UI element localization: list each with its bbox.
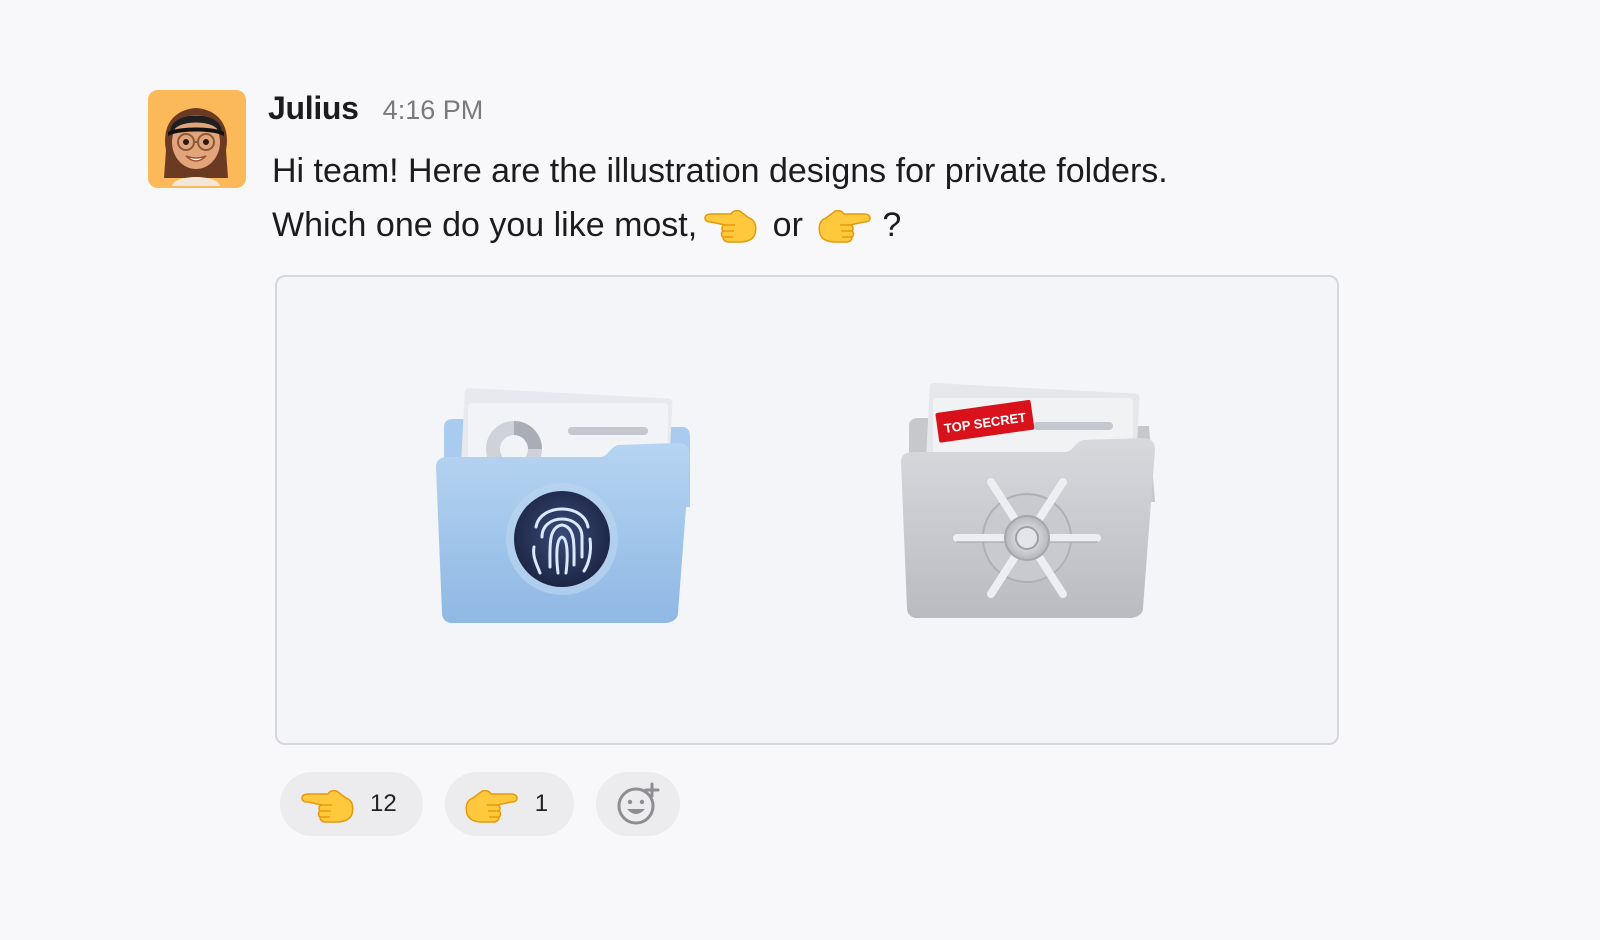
pointing-left-emoji-icon [301,789,354,823]
reaction-pointing-left[interactable]: 12 [280,772,423,836]
reaction-pointing-right[interactable]: 1 [444,772,575,836]
reaction-count: 1 [534,790,549,817]
author-name[interactable]: Julius [268,90,359,127]
avatar[interactable] [148,90,246,188]
add-reaction-icon [617,782,660,825]
message-line-1: Hi team! Here are the illustration desig… [272,152,1168,190]
message-line-2-prefix: Which one do you like most, [272,206,698,244]
reaction-count: 12 [370,790,397,817]
message-line-2: Which one do you like most, or ? [272,198,1168,252]
pointing-right-emoji-icon [818,209,872,243]
message-header: Julius 4:16 PM [268,90,483,130]
pointing-right-emoji-icon [465,789,518,823]
message-text: Hi team! Here are the illustration desig… [272,144,1168,252]
timestamp[interactable]: 4:16 PM [383,95,484,126]
message-line-2-or: or [772,206,803,244]
add-reaction-button[interactable] [596,772,681,836]
reactions-bar: 12 1 [280,772,681,836]
image-attachment[interactable]: TOP SECRET [275,275,1339,745]
fingerprint-folder-icon [436,388,690,623]
memoji-icon [148,90,244,186]
message-line-2-suffix: ? [882,206,902,244]
vault-folder-icon: TOP SECRET [901,383,1155,618]
pointing-left-emoji-icon [704,209,757,243]
